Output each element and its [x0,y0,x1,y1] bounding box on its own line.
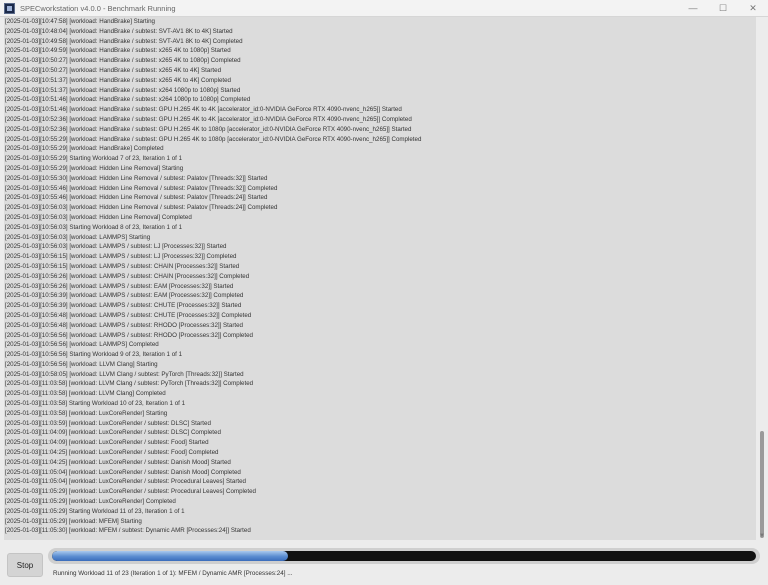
title-bar: SPECworkstation v4.0.0 - Benchmark Runni… [0,0,768,17]
log-line: [2025-01-03][10:56:15] [workload: LAMMPS… [5,262,240,270]
log-line: [2025-01-03][11:05:29] [workload: MFEM] … [5,517,142,525]
log-line: [2025-01-03][10:56:26] [workload: LAMMPS… [5,282,234,290]
log-line: [2025-01-03][10:58:05] [workload: LLVM C… [5,370,244,378]
minimize-icon: — [688,3,698,13]
window-controls: — ☐ ✕ [678,0,768,16]
log-line: [2025-01-03][11:03:58] Starting Workload… [5,400,186,408]
bottom-bar: Stop Running Workload 11 of 23 (Iteratio… [0,541,768,585]
maximize-button[interactable]: ☐ [708,0,738,16]
log-line: [2025-01-03][10:55:29] [workload: HandBr… [5,145,164,153]
log-line: [2025-01-03][10:50:27] [workload: HandBr… [5,57,241,65]
log-line: [2025-01-03][10:55:30] [workload: Hidden… [5,174,268,182]
log-line: [2025-01-03][10:55:46] [workload: Hidden… [5,184,278,192]
log-line: [2025-01-03][11:04:09] [workload: LuxCor… [5,439,209,447]
log-line: [2025-01-03][10:56:26] [workload: LAMMPS… [5,272,250,280]
log-line: [2025-01-03][10:56:56] [workload: LLVM C… [5,360,158,368]
log-line: [2025-01-03][10:56:03] [workload: Hidden… [5,213,192,221]
log-line: [2025-01-03][10:56:48] [workload: LAMMPS… [5,311,252,319]
log-line: [2025-01-03][10:56:39] [workload: LAMMPS… [5,292,244,300]
log-line: [2025-01-03][10:56:03] [workload: LAMMPS… [5,233,151,241]
log-line: [2025-01-03][11:05:29] [workload: LuxCor… [5,488,256,496]
log-line: [2025-01-03][10:48:04] [workload: HandBr… [5,27,233,35]
log-line: [2025-01-03][10:56:39] [workload: LAMMPS… [5,302,242,310]
log-line: [2025-01-03][10:49:59] [workload: HandBr… [5,47,231,55]
app-icon [4,2,15,14]
log-line: [2025-01-03][10:51:46] [workload: HandBr… [5,106,402,114]
log-line: [2025-01-03][10:51:46] [workload: HandBr… [5,96,251,104]
window-title: SPECworkstation v4.0.0 - Benchmark Runni… [20,3,176,13]
minimize-button[interactable]: — [678,0,708,16]
log-line: [2025-01-03][10:51:37] [workload: HandBr… [5,76,231,84]
log-line: [2025-01-03][10:56:56] Starting Workload… [5,351,183,359]
log-line: [2025-01-03][10:55:46] [workload: Hidden… [5,194,268,202]
log-line: [2025-01-03][11:05:29] Starting Workload… [5,507,185,515]
log-line: [2025-01-03][10:56:03] [workload: Hidden… [5,204,278,212]
log-line: [2025-01-03][10:55:29] [workload: Hidden… [5,164,184,172]
close-icon: ✕ [749,2,757,13]
log-line: [2025-01-03][11:05:29] [workload: LuxCor… [5,498,176,506]
log-line: [2025-01-03][10:56:56] [workload: LAMMPS… [5,331,253,339]
progress-track [52,551,756,561]
log-line: [2025-01-03][10:56:48] [workload: LAMMPS… [5,321,243,329]
close-button[interactable]: ✕ [738,0,768,16]
log-line: [2025-01-03][11:04:25] [workload: LuxCor… [5,458,231,466]
log-line: [2025-01-03][10:52:36] [workload: HandBr… [5,115,412,123]
log-line: [2025-01-03][11:05:04] [workload: LuxCor… [5,468,241,476]
status-text: Running Workload 11 of 23 (Iteration 1 o… [53,570,293,577]
log-scrollbar[interactable]: ▼ [758,17,766,540]
log-line: [2025-01-03][11:03:58] [workload: LLVM C… [5,380,254,388]
log-line: [2025-01-03][11:05:04] [workload: LuxCor… [5,478,246,486]
log-line: [2025-01-03][10:55:29] [workload: HandBr… [5,135,422,143]
log-line: [2025-01-03][10:47:58] [workload: HandBr… [5,18,155,25]
log-line: [2025-01-03][10:52:36] [workload: HandBr… [5,125,412,133]
log-line: [2025-01-03][11:04:25] [workload: LuxCor… [5,449,219,457]
log-line: [2025-01-03][11:04:09] [workload: LuxCor… [5,429,221,437]
log-output[interactable]: [2025-01-03][10:47:58] [workload: HandBr… [4,17,756,540]
log-line: [2025-01-03][10:55:29] Starting Workload… [5,155,183,163]
log-line: [2025-01-03][10:56:03] [workload: LAMMPS… [5,243,227,251]
log-line: [2025-01-03][11:03:59] [workload: LuxCor… [5,419,211,427]
log-line: [2025-01-03][10:51:37] [workload: HandBr… [5,86,241,94]
maximize-icon: ☐ [718,2,728,13]
log-line: [2025-01-03][11:05:30] [workload: MFEM /… [5,527,251,535]
log-line: [2025-01-03][10:56:03] Starting Workload… [5,223,183,231]
progress-bar [48,548,760,564]
progress-fill [52,551,288,561]
log-line: [2025-01-03][10:56:15] [workload: LAMMPS… [5,253,237,261]
log-line: [2025-01-03][10:50:27] [workload: HandBr… [5,66,222,74]
scrollbar-thumb[interactable] [760,431,764,538]
log-line: [2025-01-03][10:56:56] [workload: LAMMPS… [5,341,159,349]
stop-button[interactable]: Stop [7,553,43,577]
scroll-down-icon[interactable]: ▼ [758,532,766,540]
log-line: [2025-01-03][10:49:58] [workload: HandBr… [5,37,243,45]
log-line: [2025-01-03][11:03:58] [workload: LuxCor… [5,409,168,417]
log-line: [2025-01-03][11:03:58] [workload: LLVM C… [5,390,166,398]
